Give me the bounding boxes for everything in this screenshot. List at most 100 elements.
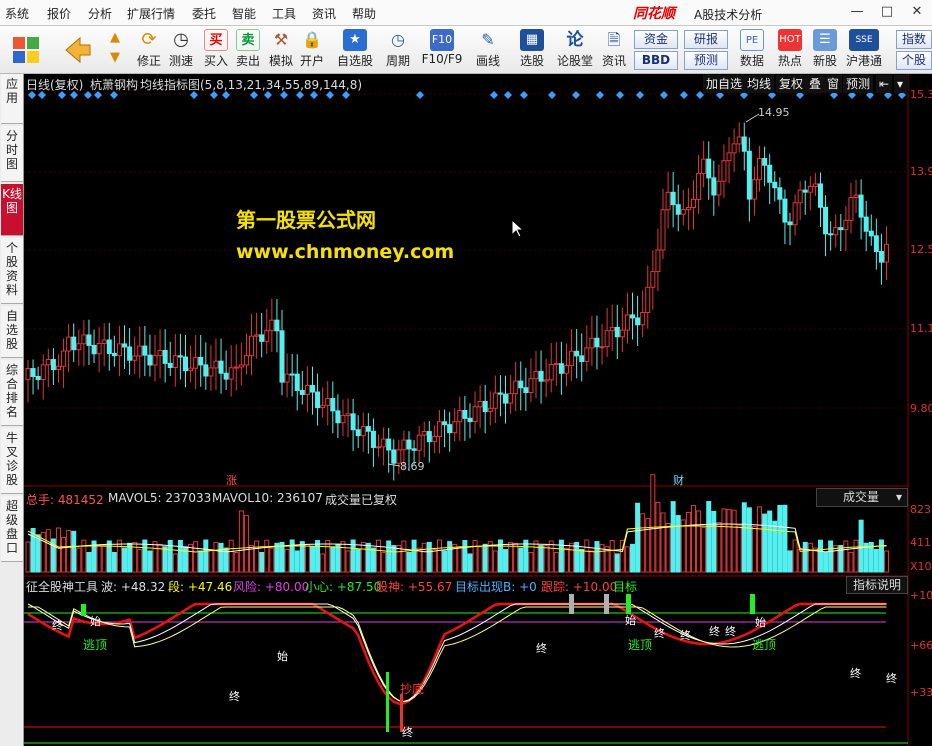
- adjust-button[interactable]: 复权: [776, 75, 807, 93]
- candle-body: [873, 235, 879, 252]
- open-account-button[interactable]: 🔒 开户: [298, 26, 326, 69]
- sidebar-item-diagnosis[interactable]: 牛叉诊股: [1, 428, 23, 494]
- candle-body: [132, 355, 138, 361]
- menu-item-quotes[interactable]: 报价: [47, 5, 71, 22]
- correct-button[interactable]: ⟳ 修正: [133, 26, 165, 69]
- menu-item-system[interactable]: 系统: [5, 5, 29, 22]
- forum-button[interactable]: 论论股堂: [555, 26, 595, 69]
- menu-item-tools[interactable]: 工具: [272, 5, 296, 22]
- buy-button[interactable]: 买买入: [202, 26, 230, 69]
- candle-body: [457, 409, 463, 423]
- menu-item-help[interactable]: 帮助: [352, 5, 376, 22]
- sell-button[interactable]: 卖卖出: [234, 26, 262, 69]
- signal-diamond: [520, 91, 528, 99]
- volume-bar: [61, 537, 67, 573]
- index-button[interactable]: 指数: [896, 30, 932, 49]
- candle-body: [604, 330, 610, 348]
- volume-bar: [797, 549, 803, 573]
- ipo-button[interactable]: ☰ 新股: [810, 26, 840, 69]
- volume-bar: [609, 540, 615, 573]
- event-marker[interactable]: 涨: [226, 472, 237, 488]
- candle-body: [274, 319, 280, 332]
- candle-body: [543, 379, 549, 382]
- volume-bar: [30, 528, 36, 573]
- hk-connect-button[interactable]: SSE 沪港通: [842, 26, 886, 69]
- signal-label-bottom: 抄底: [400, 682, 425, 696]
- candle-body: [228, 367, 234, 380]
- window-button[interactable]: 窗: [824, 75, 843, 93]
- indicator-gushen: 股神: +55.67: [376, 580, 453, 594]
- period-button[interactable]: ◷ 周期: [380, 26, 416, 69]
- hot-button[interactable]: HOT 热点: [774, 26, 806, 69]
- ma-button[interactable]: 均线: [744, 75, 775, 93]
- candle-body: [630, 314, 636, 319]
- menu-item-order[interactable]: 委托: [192, 5, 216, 22]
- add-watchlist-button[interactable]: 加自选: [703, 75, 746, 93]
- candle-body: [563, 365, 569, 374]
- research-button[interactable]: 研报: [684, 30, 728, 49]
- menu-item-news[interactable]: 资讯: [312, 5, 336, 22]
- chevron-down-icon[interactable]: ▾: [894, 75, 908, 93]
- menu-item-analysis[interactable]: 分析: [88, 5, 112, 22]
- overlay-button[interactable]: 叠: [806, 75, 825, 93]
- volume-bar: [802, 541, 808, 573]
- f10-button[interactable]: F10 F10/F9: [420, 26, 464, 66]
- chart-canvas[interactable]: [24, 74, 932, 746]
- hammer-icon: ⚒: [273, 30, 289, 49]
- event-marker[interactable]: 财: [673, 472, 684, 488]
- forecast-button[interactable]: 预测: [684, 51, 728, 70]
- stock-button[interactable]: 个股: [896, 51, 932, 70]
- predict-button[interactable]: 预测: [843, 75, 874, 93]
- watchlist-button[interactable]: ★ 自选股: [334, 26, 376, 69]
- sidebar-item-watchlist[interactable]: 自选股: [1, 306, 23, 358]
- price-y-label: 9.80: [910, 402, 932, 415]
- volume-select[interactable]: 成交量 ▾: [816, 488, 908, 507]
- minimize-icon[interactable]: —: [842, 1, 872, 23]
- speed-test-button[interactable]: ◷ 测速: [165, 26, 197, 69]
- bbd-button[interactable]: BBD: [634, 51, 678, 70]
- candle-body: [167, 362, 173, 368]
- close-icon[interactable]: ✕: [902, 1, 932, 23]
- sidebar-item-timeshare[interactable]: 分时图: [1, 126, 23, 182]
- up-down-arrows-icon[interactable]: ▲ ▼: [104, 28, 126, 70]
- volume-bar: [177, 540, 183, 573]
- sidebar-item-apps[interactable]: 应用: [1, 74, 23, 124]
- draw-line-button[interactable]: ✎ 画线: [470, 26, 506, 69]
- pin-icon[interactable]: ⇤: [876, 75, 892, 93]
- volume-bar: [858, 519, 864, 573]
- indicator-help-button[interactable]: 指标说明: [846, 576, 908, 594]
- app-logo-icon[interactable]: [6, 30, 46, 70]
- menu-bar: 系统 报价 分析 扩展行情 委托 智能 工具 资讯 帮助 同花顺 A股技术分析 …: [0, 0, 932, 26]
- signal-label: 始: [755, 616, 766, 629]
- sidebar-item-kline[interactable]: K线图: [1, 184, 23, 236]
- news-button[interactable]: 🗎 资讯: [600, 26, 628, 69]
- signal-diamond: [490, 91, 498, 99]
- candle-body: [86, 334, 92, 346]
- pe-icon: PE: [740, 29, 764, 51]
- candle-body: [680, 209, 686, 215]
- menu-item-extended[interactable]: 扩展行情: [127, 5, 175, 22]
- candle-body: [757, 158, 763, 181]
- data-button[interactable]: PE 数据: [736, 26, 768, 69]
- lock-icon: 🔒: [302, 30, 322, 49]
- price-y-label: 13.96: [910, 165, 932, 178]
- back-arrow-icon[interactable]: [58, 30, 98, 70]
- menu-item-smart[interactable]: 智能: [232, 5, 256, 22]
- simulate-button[interactable]: ⚒ 模拟: [266, 26, 296, 69]
- candle-body: [548, 363, 554, 381]
- maximize-icon[interactable]: □: [872, 1, 902, 23]
- volume-bar: [442, 550, 448, 573]
- candle-body: [284, 373, 290, 383]
- candle-body: [792, 202, 798, 226]
- sidebar-item-ranking[interactable]: 综合排名: [1, 360, 23, 426]
- capital-button[interactable]: 资金: [634, 30, 678, 49]
- sidebar-item-profile[interactable]: 个股资料: [1, 238, 23, 304]
- candle-body: [294, 373, 300, 391]
- f10-icon: F10: [430, 29, 454, 51]
- stock-picker-button[interactable]: ▦ 选股: [514, 26, 550, 69]
- candle-body: [797, 189, 803, 204]
- candle-body: [685, 207, 691, 211]
- candle-body: [619, 329, 625, 338]
- volume-bar: [431, 548, 437, 573]
- sidebar-item-orderbook[interactable]: 超级盘口: [1, 496, 23, 562]
